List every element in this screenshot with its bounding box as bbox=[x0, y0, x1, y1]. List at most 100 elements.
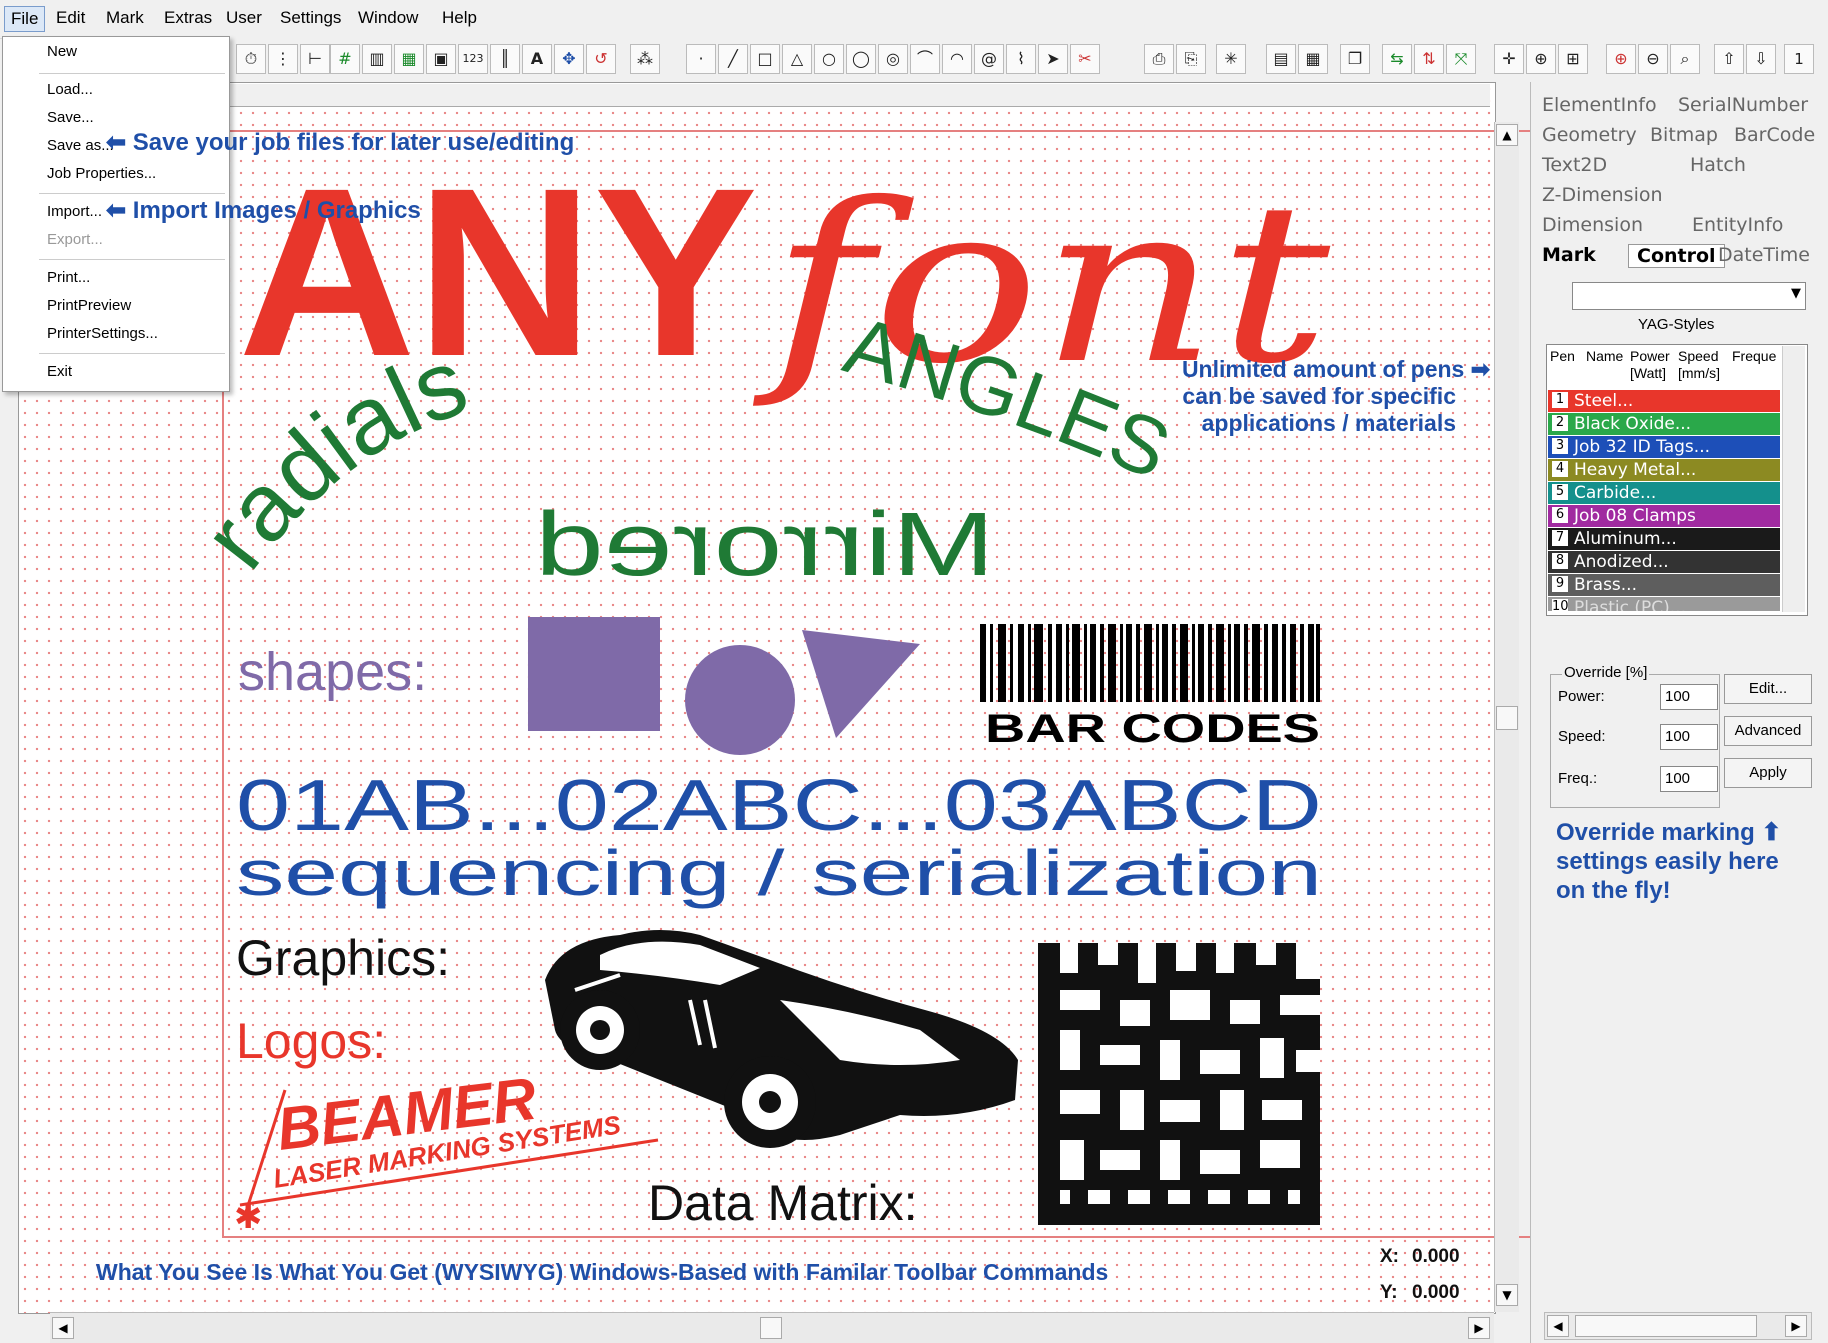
pen-row-4[interactable]: 4 Heavy Metal... bbox=[1548, 459, 1780, 481]
zoom-out-icon[interactable]: ⊖ bbox=[1638, 44, 1668, 74]
pen-header-name: Name bbox=[1586, 348, 1624, 364]
zoom-icon[interactable]: ⌕ bbox=[1670, 44, 1700, 74]
tab-entity-info[interactable]: EntityInfo bbox=[1692, 214, 1783, 236]
arrow-up-icon: ⬆ bbox=[1761, 819, 1782, 846]
panel-scroll-left-icon[interactable]: ◀ bbox=[1547, 1315, 1569, 1337]
override-speed-input[interactable]: 100 bbox=[1660, 724, 1718, 750]
pen-row-6[interactable]: 6 Job 08 Clamps bbox=[1548, 505, 1780, 527]
horizontal-scrollbar[interactable]: ◀ ▶ bbox=[50, 1312, 1494, 1343]
hscroll-thumb[interactable] bbox=[760, 1317, 782, 1339]
pen-header-frequency: Freque bbox=[1732, 348, 1777, 364]
tab-barcode[interactable]: BarCode bbox=[1734, 124, 1815, 146]
override-callout-line1: Override marking ⬆ bbox=[1556, 819, 1782, 846]
coord-y-value: 0.000 bbox=[1412, 1282, 1460, 1303]
pen-row-10[interactable]: 10 Plastic (PC)... bbox=[1548, 597, 1780, 611]
tab-bitmap[interactable]: Bitmap bbox=[1650, 124, 1718, 146]
pen-header-speed: Speed [mm/s] bbox=[1678, 348, 1720, 381]
pen-row-3[interactable]: 3 Job 32 ID Tags... bbox=[1548, 436, 1780, 458]
graphics-label: Graphics: bbox=[236, 930, 450, 986]
scroll-up-icon[interactable]: ▲ bbox=[1496, 124, 1518, 146]
style-label: YAG-Styles bbox=[1638, 316, 1715, 333]
pen-header-power: Power [Watt] bbox=[1630, 348, 1670, 381]
barcode-graphic bbox=[980, 624, 1320, 702]
override-freq-label: Freq.: bbox=[1558, 770, 1598, 787]
mirrored-text: Mirrored bbox=[535, 495, 995, 595]
align-icon[interactable]: ⊕ bbox=[1526, 44, 1556, 74]
tab-mark[interactable]: Mark bbox=[1542, 244, 1596, 266]
arrow-right-icon: ➡ bbox=[1470, 356, 1490, 382]
panel-scroll-right-icon[interactable]: ▶ bbox=[1785, 1315, 1807, 1337]
tab-geometry[interactable]: Geometry bbox=[1542, 124, 1637, 146]
tab-text2d[interactable]: Text2D bbox=[1542, 154, 1607, 176]
beamer-logo: BEAMER LASER MARKING SYSTEMS ✱ bbox=[234, 1065, 659, 1237]
style-select[interactable]: ▼ bbox=[1572, 282, 1806, 310]
arrow-left-icon: ⬅ bbox=[106, 129, 133, 156]
menu-item-print-preview[interactable]: PrintPreview bbox=[47, 297, 131, 314]
datamatrix-label: Data Matrix: bbox=[648, 1175, 918, 1231]
override-callout-line2: settings easily here bbox=[1556, 848, 1779, 875]
tab-element-info[interactable]: ElementInfo bbox=[1542, 94, 1657, 116]
override-callout-line3: on the fly! bbox=[1556, 877, 1671, 904]
import-callout: ⬅ Import Images / Graphics bbox=[106, 197, 421, 224]
pen-row-9[interactable]: 9 Brass... bbox=[1548, 574, 1780, 596]
shapes-label: shapes: bbox=[238, 642, 427, 702]
tab-serial-number[interactable]: SerialNumber bbox=[1678, 94, 1808, 116]
menu-item-printer-settings[interactable]: PrinterSettings... bbox=[47, 325, 158, 342]
apply-button[interactable]: Apply bbox=[1724, 758, 1812, 788]
override-power-input[interactable]: 100 bbox=[1660, 684, 1718, 710]
override-speed-label: Speed: bbox=[1558, 728, 1606, 745]
chevron-down-icon: ▼ bbox=[1791, 286, 1801, 301]
override-title: Override [%] bbox=[1562, 664, 1650, 681]
pen-row-7[interactable]: 7 Aluminum... bbox=[1548, 528, 1780, 550]
coord-x-value: 0.000 bbox=[1412, 1246, 1460, 1267]
override-power-label: Power: bbox=[1558, 688, 1605, 705]
menu-item-print[interactable]: Print... bbox=[47, 269, 90, 286]
tab-control[interactable]: Control bbox=[1628, 244, 1725, 268]
pens-callout: Unlimited amount of pens ➡ can be saved … bbox=[1144, 356, 1490, 437]
panel-horizontal-scrollbar[interactable]: ◀ ▶ bbox=[1544, 1312, 1812, 1340]
scroll-right-icon[interactable]: ▶ bbox=[1468, 1317, 1490, 1339]
tab-z-dimension[interactable]: Z-Dimension bbox=[1542, 184, 1663, 206]
advanced-button[interactable]: Advanced bbox=[1724, 716, 1812, 746]
scroll-left-icon[interactable]: ◀ bbox=[52, 1317, 74, 1339]
scroll-thumb[interactable] bbox=[1496, 706, 1518, 730]
one-icon[interactable]: 1 bbox=[1784, 44, 1814, 74]
pens-callout-line3: applications / materials bbox=[1201, 410, 1456, 436]
pen-row-8[interactable]: 8 Anodized... bbox=[1548, 551, 1780, 573]
menu-item-new[interactable]: New bbox=[47, 43, 77, 60]
override-freq-input[interactable]: 100 bbox=[1660, 766, 1718, 792]
vertical-scrollbar[interactable]: ▲ ▼ bbox=[1494, 122, 1519, 1312]
arrow-left-icon: ⬅ bbox=[106, 197, 133, 224]
pen-header-pen: Pen bbox=[1550, 348, 1575, 364]
menu-item-import[interactable]: Import... bbox=[47, 203, 102, 220]
circle-shape bbox=[685, 645, 795, 755]
down-icon[interactable]: ⇩ bbox=[1746, 44, 1776, 74]
edit-button[interactable]: Edit... bbox=[1724, 674, 1812, 704]
menu-item-load[interactable]: Load... bbox=[47, 81, 93, 98]
tab-hatch[interactable]: Hatch bbox=[1690, 154, 1746, 176]
datamatrix-graphic bbox=[1038, 943, 1320, 1225]
tab-datetime[interactable]: DateTime bbox=[1718, 244, 1810, 266]
distribute-icon[interactable]: ⊞ bbox=[1558, 44, 1588, 74]
scroll-down-icon[interactable]: ▼ bbox=[1496, 1284, 1518, 1306]
square-shape bbox=[528, 617, 660, 731]
pen-row-5[interactable]: 5 Carbide... bbox=[1548, 482, 1780, 504]
menu-item-export[interactable]: Export... bbox=[47, 231, 103, 248]
coord-x-label: X: bbox=[1380, 1246, 1399, 1267]
zoom-in-icon[interactable]: ⊕ bbox=[1606, 44, 1636, 74]
panel-scroll-thumb[interactable] bbox=[1575, 1315, 1757, 1337]
pens-callout-line2: can be saved for specific bbox=[1182, 383, 1456, 409]
serialization-text: sequencing / serialization bbox=[236, 837, 1322, 909]
menu-item-save-as[interactable]: Save as... bbox=[47, 137, 114, 154]
pen-row-2[interactable]: 2 Black Oxide... bbox=[1548, 413, 1780, 435]
pen-row-1[interactable]: 1 Steel... bbox=[1548, 390, 1780, 412]
menu-item-job-properties[interactable]: Job Properties... bbox=[47, 165, 156, 182]
wysiwyg-caption: What You See Is What You Get (WYSIWYG) W… bbox=[96, 1259, 1108, 1285]
menu-item-save[interactable]: Save... bbox=[47, 109, 94, 126]
up-icon[interactable]: ⇧ bbox=[1714, 44, 1744, 74]
triangle-shape bbox=[802, 630, 920, 738]
barcodes-label: BAR CODES bbox=[985, 707, 1320, 751]
tab-dimension[interactable]: Dimension bbox=[1542, 214, 1643, 236]
menu-item-exit[interactable]: Exit bbox=[47, 363, 72, 380]
pen-table-scrollbar[interactable] bbox=[1782, 346, 1805, 612]
